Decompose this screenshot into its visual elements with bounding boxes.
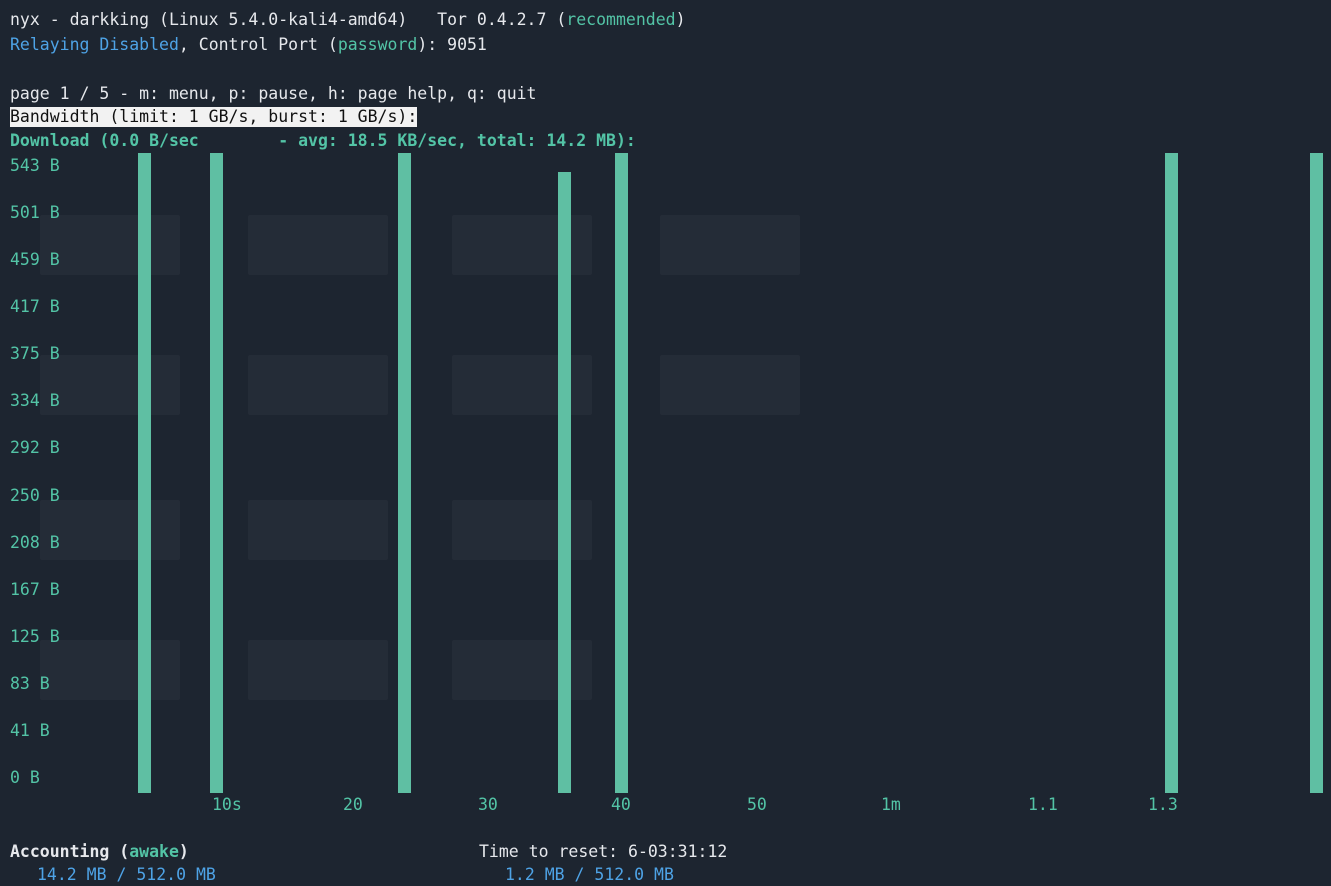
y-tick-label: 375 B <box>10 344 60 364</box>
auth-method: password <box>337 35 418 54</box>
x-tick-label: 10s <box>212 795 242 814</box>
x-tick-label: 1m <box>881 795 901 814</box>
x-tick-label: 1.3 <box>1148 795 1178 814</box>
accounting-label: Accounting (awake) <box>10 842 189 862</box>
y-tick-label: 83 B <box>10 673 50 693</box>
terminal-window: nyx - darkking (Linux 5.4.0-kali4-amd64)… <box>0 0 1331 886</box>
control-port-label: , Control Port ( <box>178 35 338 54</box>
y-tick-label: 543 B <box>10 156 60 175</box>
chart-bar <box>1165 153 1179 793</box>
chart-bar <box>615 153 629 793</box>
header-title-end: ) <box>675 10 686 29</box>
control-port-value: ): 9051 <box>417 35 487 54</box>
chart-bar <box>398 153 412 793</box>
chart-bar <box>1310 153 1323 793</box>
accounting-right-usage: 1.2 MB / 512.0 MB <box>505 865 674 884</box>
chart-bar <box>137 153 151 793</box>
y-tick-label: 417 B <box>10 297 60 317</box>
x-tick-label: 40 <box>611 795 631 814</box>
chart-bar <box>557 171 571 793</box>
header-line: nyx - darkking (Linux 5.4.0-kali4-amd64)… <box>10 10 686 30</box>
y-tick-label: 0 B <box>10 768 40 787</box>
reset-timer: Time to reset: 6-03:31:12 <box>479 842 728 861</box>
y-tick-label: 459 B <box>10 250 60 270</box>
y-tick-label: 167 B <box>10 579 60 599</box>
y-tick-label: 41 B <box>10 720 50 740</box>
x-tick-label: 50 <box>747 795 767 814</box>
y-tick-label: 292 B <box>10 438 60 458</box>
x-tick-label: 30 <box>478 795 498 814</box>
x-tick-label: 1.1 <box>1028 795 1058 814</box>
header-title: nyx - darkking (Linux 5.4.0-kali4-amd64)… <box>10 10 567 29</box>
bandwidth-label: Bandwidth (limit: 1 GB/s, burst: 1 GB/s)… <box>10 107 418 127</box>
page-nav: page 1 / 5 - m: menu, p: pause, h: page … <box>10 84 537 103</box>
accounting-title-end: ) <box>178 842 189 861</box>
relaying-status: Relaying Disabled <box>10 35 179 54</box>
y-tick-label: 334 B <box>10 391 60 411</box>
accounting-state: awake <box>129 842 179 861</box>
y-tick-label: 208 B <box>10 532 60 552</box>
accounting-left-usage: 14.2 MB / 512.0 MB <box>37 865 216 884</box>
y-tick-label: 125 B <box>10 626 60 646</box>
relay-status-line: Relaying Disabled, Control Port (passwor… <box>10 35 487 55</box>
download-label: Download (0.0 B/sec - avg: 18.5 KB/sec, … <box>10 131 636 150</box>
recommended-status: recommended <box>566 10 676 29</box>
x-tick-label: 20 <box>343 795 363 814</box>
accounting-title: Accounting ( <box>10 842 130 861</box>
y-tick-label: 501 B <box>10 203 60 223</box>
y-tick-label: 250 B <box>10 485 60 505</box>
chart-bar <box>210 153 224 793</box>
